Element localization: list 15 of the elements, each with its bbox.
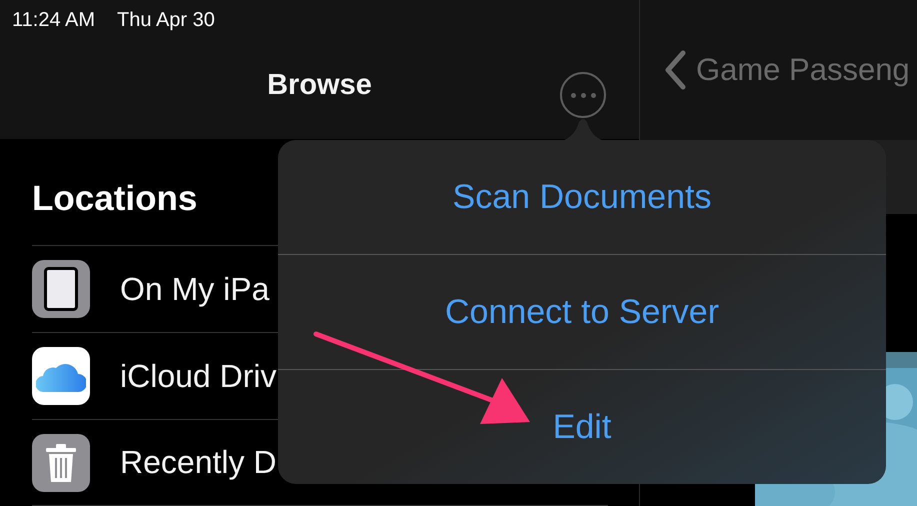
menu-item[interactable]: Connect to Server: [278, 254, 886, 369]
trash-icon: [32, 434, 90, 492]
status-time: 11:24 AM: [12, 8, 96, 32]
location-label[interactable]: iCloud Driv: [120, 358, 276, 394]
cloud-icon: [32, 347, 90, 405]
section-title: Locations: [32, 178, 198, 220]
location-label[interactable]: On My iPa: [120, 270, 270, 308]
more-button[interactable]: [560, 72, 606, 118]
back-chevron-icon[interactable]: [664, 50, 686, 90]
window-title: Browse: [267, 69, 372, 102]
menu-item[interactable]: Scan Documents: [278, 140, 886, 254]
status-date: Thu Apr 30: [117, 8, 215, 32]
back-link[interactable]: Game Passeng: [696, 52, 910, 88]
tablet-icon: [32, 260, 90, 318]
location-label[interactable]: Recently D: [120, 444, 276, 481]
